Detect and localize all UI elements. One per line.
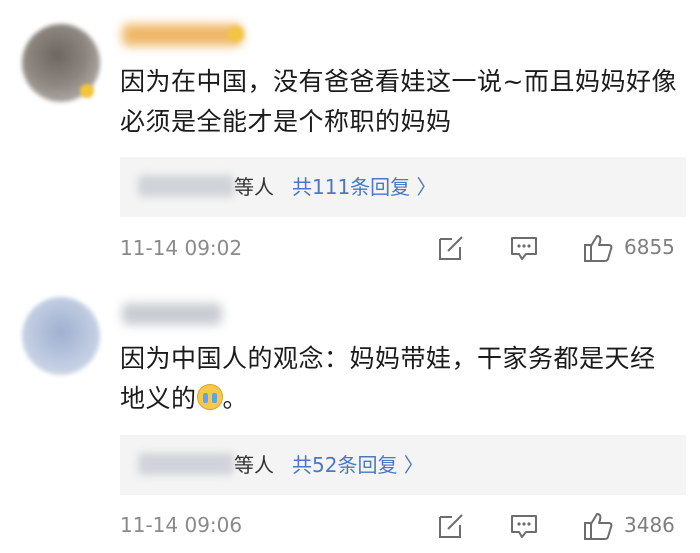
reply-users-blurred	[138, 453, 234, 475]
thumbs-up-icon	[584, 235, 613, 262]
comment-text-tail: 。	[222, 384, 249, 413]
like-count: 6855	[624, 235, 675, 259]
comment-timestamp: 11-14 09:02	[120, 236, 243, 260]
like-button[interactable]: 6855	[582, 233, 692, 263]
replies-preview[interactable]: 等人 共52条回复 〉	[120, 435, 686, 495]
view-replies-link[interactable]: 共52条回复 〉	[292, 449, 424, 478]
share-edit-icon	[439, 236, 463, 260]
reply-users-blurred	[138, 175, 234, 197]
comment-button[interactable]	[509, 233, 539, 263]
crying-face-emoji-icon	[196, 384, 223, 410]
reply-users-suffix: 等人	[234, 175, 274, 199]
comment-icon	[511, 515, 537, 538]
comment-item: 因为在中国，没有爸爸看娃这一说~而且妈妈好像必须是全能才是个称职的妈妈 等人 共…	[0, 0, 700, 277]
share-button[interactable]	[436, 511, 466, 541]
comment-text: 因为中国人的观念：妈妈带娃，干家务都是天经地义的。	[120, 339, 680, 419]
comment-icon	[511, 237, 537, 260]
share-button[interactable]	[436, 233, 466, 263]
comment-timestamp: 11-14 09:06	[120, 513, 243, 537]
vip-badge-icon	[228, 26, 244, 42]
like-count: 3486	[624, 513, 675, 537]
comment-button[interactable]	[509, 511, 539, 541]
thumbs-up-icon	[584, 513, 613, 540]
username-blurred[interactable]	[122, 24, 242, 46]
username-blurred[interactable]	[122, 303, 222, 325]
reply-users-suffix: 等人	[234, 453, 274, 477]
comment-text: 因为在中国，没有爸爸看娃这一说~而且妈妈好像必须是全能才是个称职的妈妈	[120, 67, 677, 136]
view-replies-link[interactable]: 共111条回复 〉	[292, 171, 437, 200]
verified-badge-icon	[80, 84, 94, 98]
avatar[interactable]	[22, 297, 100, 375]
share-edit-icon	[439, 514, 463, 538]
replies-preview[interactable]: 等人 共111条回复 〉	[120, 157, 686, 217]
comment-item: 因为中国人的观念：妈妈带娃，干家务都是天经地义的。 等人 共52条回复 〉 11…	[0, 277, 700, 553]
like-button[interactable]: 3486	[582, 511, 692, 541]
